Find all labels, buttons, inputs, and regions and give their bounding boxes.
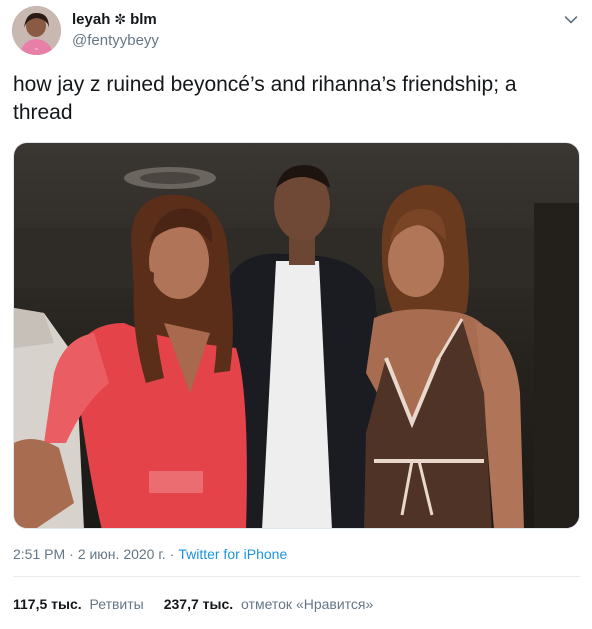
retweets-count: 117,5 тыс.	[13, 596, 82, 612]
tweet-card: ~ leyah ✼ blm @fentyybeyy how jay z ruin…	[0, 0, 592, 629]
user-handle[interactable]: @fentyybeyy	[72, 32, 159, 49]
svg-text:~: ~	[34, 47, 38, 53]
photo-illustration	[14, 143, 579, 528]
likes-count: 237,7 тыс.	[163, 596, 234, 612]
tweet-timestamp[interactable]: 2:51 PM · 2 июн. 2020 г. · Twitter for i…	[13, 546, 287, 562]
display-name-suffix: blm	[130, 11, 157, 28]
avatar[interactable]: ~	[12, 6, 61, 55]
display-name-text: leyah	[72, 11, 111, 28]
flower-icon: ✼	[114, 11, 127, 27]
avatar-image: ~	[12, 6, 61, 55]
retweets-label: Ретвиты	[89, 596, 144, 612]
retweets-stat[interactable]: 117,5 тыс. Ретвиты	[13, 596, 144, 612]
meta-separator: ·	[69, 546, 74, 562]
divider	[13, 576, 580, 577]
meta-separator: ·	[169, 546, 175, 562]
tweet-text: how jay z ruined beyoncé’s and rihanna’s…	[13, 73, 517, 124]
tweet-time: 2:51 PM	[13, 546, 66, 562]
tweet-source-link[interactable]: Twitter for iPhone	[178, 546, 287, 562]
display-name[interactable]: leyah ✼ blm	[72, 11, 157, 28]
tweet-stats: 117,5 тыс. Ретвиты 237,7 тыс. отметок «Н…	[13, 596, 373, 612]
chevron-down-icon[interactable]	[564, 12, 578, 24]
likes-stat[interactable]: 237,7 тыс. отметок «Нравится»	[164, 596, 374, 612]
tweet-photo[interactable]	[13, 142, 580, 529]
tweet-date: 2 июн. 2020 г.	[77, 546, 166, 562]
likes-label: отметок «Нравится»	[241, 596, 374, 612]
